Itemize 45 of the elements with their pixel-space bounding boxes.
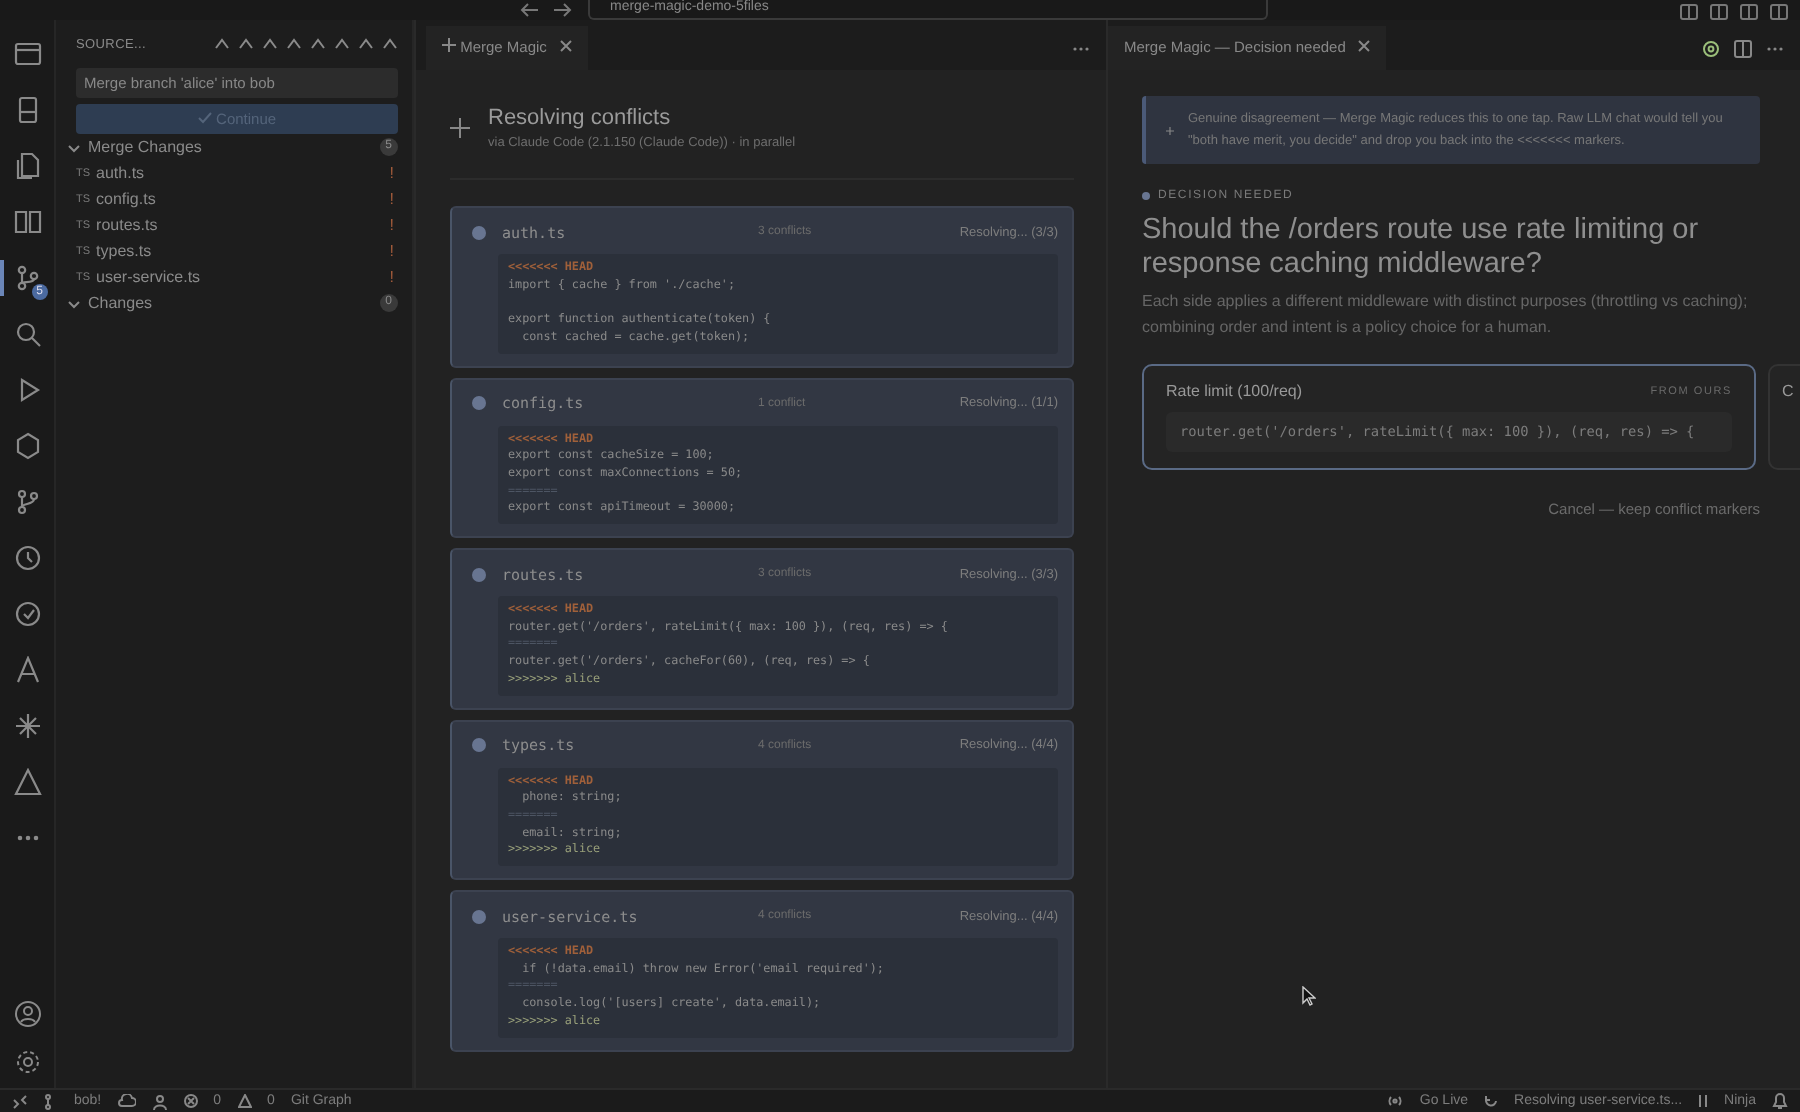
chevron-icon	[68, 141, 80, 153]
layout-icon[interactable]	[1680, 4, 1698, 20]
status-dot	[1142, 192, 1150, 200]
status-dot	[472, 738, 486, 753]
files-icon[interactable]	[13, 152, 41, 180]
history-icon[interactable]	[13, 544, 41, 572]
more-icon[interactable]	[1766, 45, 1784, 51]
panel-title: Resolving conflicts	[488, 106, 673, 130]
option-title: Rate limit (100/req)	[1166, 382, 1303, 400]
split-icon[interactable]	[1734, 39, 1752, 57]
chevron-icon	[68, 297, 80, 309]
option-card[interactable]: C	[1768, 364, 1800, 470]
test-icon[interactable]	[13, 600, 41, 628]
error-icon[interactable]	[183, 1094, 198, 1108]
pause-icon[interactable]	[1698, 1094, 1709, 1108]
back-icon[interactable]	[520, 2, 540, 18]
question-heading: Should the /orders route use rate limiting or response caching middleware?	[1142, 214, 1701, 282]
status-dot	[472, 909, 486, 924]
close-icon[interactable]	[1357, 40, 1370, 52]
warning-icon[interactable]	[237, 1094, 252, 1108]
scm-icon[interactable]	[13, 264, 41, 292]
check-icon	[197, 112, 212, 124]
letter-icon[interactable]	[13, 656, 41, 684]
cloud-icon[interactable]	[117, 1094, 136, 1108]
forward-icon[interactable]	[552, 2, 572, 18]
status-dot	[472, 225, 486, 239]
status-dot	[472, 396, 486, 410]
book-icon[interactable]	[13, 208, 41, 236]
close-icon[interactable]	[559, 40, 572, 52]
layout-icon[interactable]	[1710, 4, 1728, 20]
branch-icon[interactable]	[13, 488, 41, 516]
search-icon[interactable]	[13, 320, 41, 348]
bell-icon[interactable]	[1772, 1092, 1788, 1110]
account-icon[interactable]	[13, 1000, 41, 1028]
option-title: C	[1782, 382, 1794, 400]
status-dot	[472, 567, 486, 582]
broadcast-icon[interactable]	[1385, 1094, 1404, 1108]
layout-icon[interactable]	[1740, 4, 1758, 20]
question-description: Each side applies a different middleware with distinct purposes (throttling vs caching); combining order and intent is a policy choice for a human.	[1142, 290, 1750, 340]
layout-icon[interactable]	[1770, 4, 1788, 20]
person-icon[interactable]	[151, 1093, 168, 1109]
cursor-icon	[1302, 986, 1316, 1006]
more-icon[interactable]	[1072, 45, 1090, 51]
warning-icon[interactable]	[13, 768, 41, 796]
extensions-icon[interactable]	[13, 432, 41, 460]
